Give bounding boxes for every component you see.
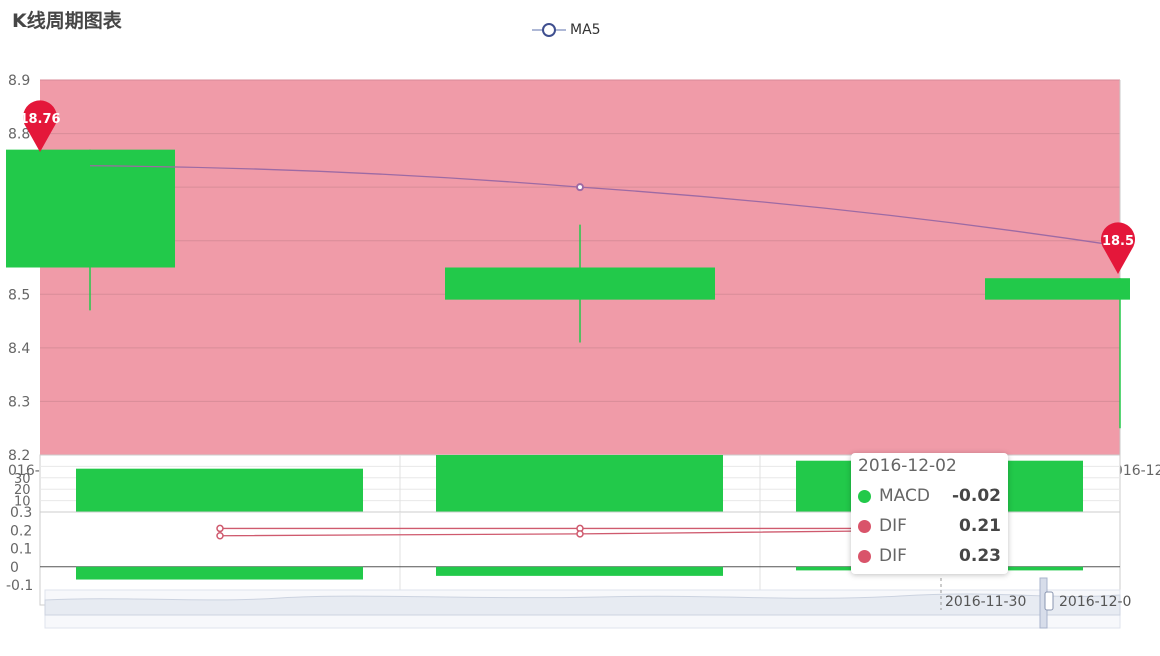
tooltip-date: 2016-12-02 bbox=[858, 456, 957, 476]
mark-point-low-label: 18.5 bbox=[1102, 234, 1134, 249]
candle-body bbox=[985, 278, 1130, 300]
macd-y-tick-label: 0.2 bbox=[10, 523, 32, 539]
tooltip-value-dif-2: 0.23 bbox=[959, 546, 1001, 566]
candle-body bbox=[6, 149, 175, 268]
dif-point bbox=[216, 531, 224, 540]
k-y-tick-label: 8.8 bbox=[8, 127, 30, 143]
ma5-point bbox=[576, 183, 584, 192]
dif-point bbox=[576, 530, 584, 538]
macd-y-tick-label: 0.3 bbox=[10, 505, 32, 521]
tooltip-name-dif: DIF bbox=[879, 516, 907, 536]
datazoom-end-label: 2016-12-0 bbox=[1059, 594, 1131, 610]
datazoom-start-label: 2016-11-30 bbox=[945, 594, 1026, 610]
candle-body bbox=[445, 267, 715, 300]
datazoom-handle-grip bbox=[1044, 591, 1054, 611]
volume-bar bbox=[76, 468, 363, 512]
macd-bar bbox=[436, 566, 723, 576]
volume-bar bbox=[436, 455, 723, 512]
tooltip-dot-dif bbox=[858, 519, 871, 533]
tooltip: 2016-12-02 MACD -0.02 DIF 0.21 DIF 0.23 bbox=[851, 453, 1008, 574]
tooltip-value-macd: -0.02 bbox=[952, 486, 1001, 506]
mark-point-high-label: 18.76 bbox=[19, 112, 60, 127]
macd-y-tick-label: -0.1 bbox=[6, 578, 33, 594]
macd-y-tick-label: 0.1 bbox=[10, 542, 32, 558]
k-y-tick-label: 8.9 bbox=[8, 73, 30, 89]
tooltip-name-dif-2: DIF bbox=[879, 546, 907, 566]
tooltip-dot-dif-2 bbox=[858, 549, 871, 563]
tooltip-row-macd: MACD -0.02 bbox=[858, 481, 1001, 511]
k-y-tick-label: 8.4 bbox=[8, 341, 30, 357]
tooltip-value-dif: 0.21 bbox=[959, 516, 1001, 536]
k-y-tick-label: 8.5 bbox=[8, 287, 30, 303]
tooltip-name-macd: MACD bbox=[879, 486, 930, 506]
tooltip-dot-macd bbox=[858, 489, 871, 503]
macd-y-tick-label: 0 bbox=[10, 560, 19, 576]
dif-point bbox=[216, 524, 224, 533]
tooltip-row-dif: DIF 0.21 bbox=[858, 511, 1001, 541]
macd-bar bbox=[76, 566, 363, 580]
tooltip-row-dif-2: DIF 0.23 bbox=[858, 541, 1001, 571]
k-y-tick-label: 8.2 bbox=[8, 448, 30, 464]
k-y-tick-label: 8.3 bbox=[8, 394, 30, 410]
